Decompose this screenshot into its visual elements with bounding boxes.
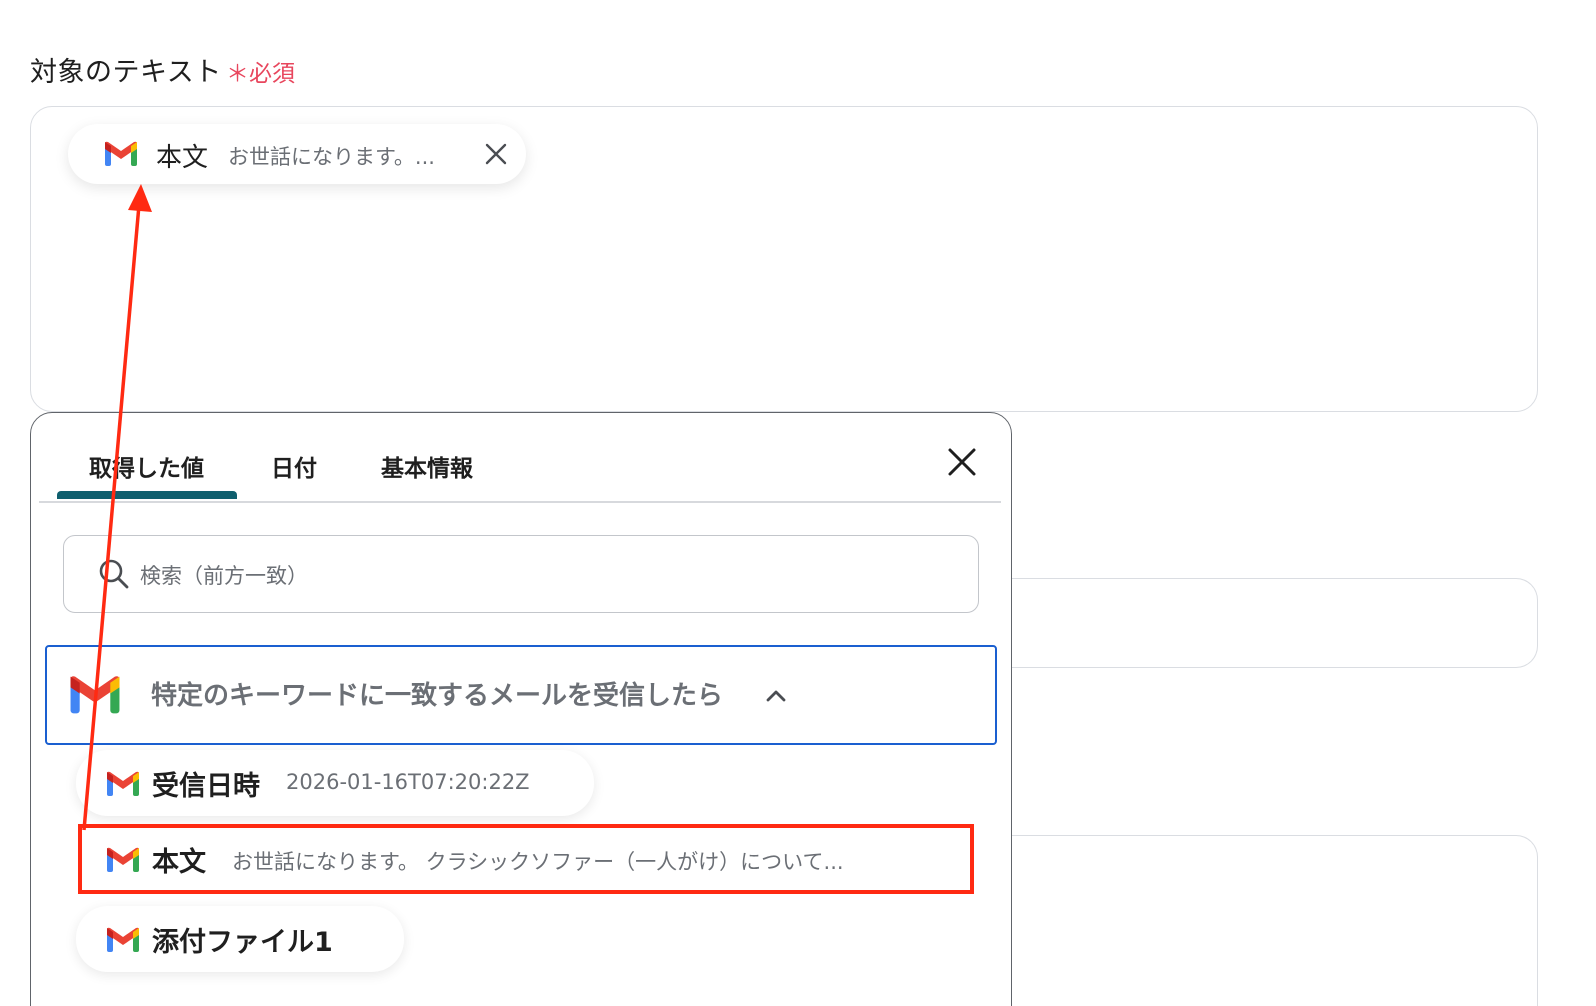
- highlight-annotation-box: [78, 824, 974, 894]
- search-placeholder: 検索（前方一致）: [140, 564, 308, 588]
- tab-acquired-values[interactable]: 取得した値: [89, 449, 204, 483]
- tab-basic-info[interactable]: 基本情報: [381, 449, 473, 483]
- tab-divider: [39, 501, 1001, 503]
- trigger-group-title: 特定のキーワードに一致するメールを受信したら: [151, 681, 724, 711]
- item-value: 2026-01-16T07:20:22Z: [286, 770, 530, 794]
- search-icon: [99, 559, 129, 589]
- chevron-up-icon[interactable]: [765, 685, 787, 707]
- chip-label: 本文: [156, 143, 209, 173]
- selected-value-chip[interactable]: 本文 お世話になります。...: [68, 124, 526, 184]
- trigger-group-header[interactable]: 特定のキーワードに一致するメールを受信したら: [45, 645, 997, 745]
- item-label: 添付ファイル1: [152, 927, 333, 958]
- search-input[interactable]: 検索（前方一致）: [63, 535, 979, 613]
- list-item-received-date[interactable]: 受信日時 2026-01-16T07:20:22Z: [76, 750, 594, 816]
- background-field[interactable]: [1000, 835, 1538, 1006]
- field-label: 対象のテキスト: [30, 57, 222, 88]
- gmail-icon: [105, 141, 137, 166]
- close-icon[interactable]: [947, 447, 977, 477]
- item-label: 受信日時: [152, 771, 260, 802]
- close-icon[interactable]: [484, 142, 508, 166]
- active-tab-indicator: [57, 491, 237, 499]
- tab-date[interactable]: 日付: [271, 449, 317, 483]
- gmail-icon: [107, 927, 139, 952]
- background-field[interactable]: [1000, 578, 1538, 668]
- gmail-icon: [107, 771, 139, 796]
- chip-value: お世話になります。...: [228, 145, 435, 169]
- list-item-attachment[interactable]: 添付ファイル1: [76, 906, 404, 972]
- gmail-icon: [70, 676, 120, 714]
- required-marker: ＊必須: [226, 61, 295, 87]
